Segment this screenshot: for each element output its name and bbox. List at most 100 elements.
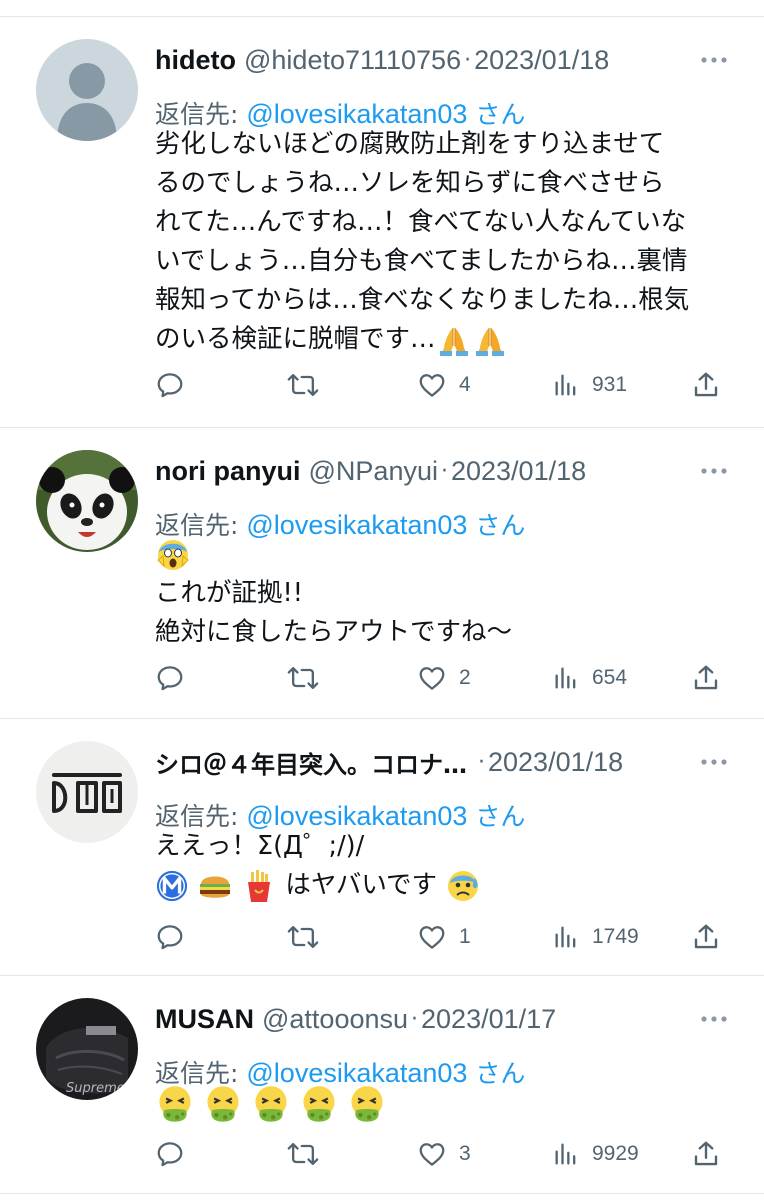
avatar[interactable] bbox=[36, 450, 138, 552]
more-options-icon[interactable] bbox=[694, 43, 734, 77]
like-button[interactable]: 4 bbox=[417, 365, 471, 405]
french-fries-emoji-icon bbox=[248, 870, 271, 902]
tweet-header: シロ＠４年目突入。コロナ… · 2023/01/18 bbox=[155, 745, 734, 779]
reply-icon bbox=[157, 666, 183, 691]
panda-avatar-icon bbox=[36, 450, 138, 552]
tweet-text-line: ええっ！Σ(Д゜;/)/ bbox=[155, 831, 365, 861]
tweet[interactable]: nori panyui @NPanyui · 2023/01/18 返信先: @… bbox=[0, 428, 764, 719]
more-options-icon[interactable] bbox=[694, 454, 734, 488]
share-icon bbox=[694, 924, 718, 949]
like-count: 4 bbox=[459, 373, 471, 396]
emoji-line bbox=[155, 534, 735, 574]
tweet-text-fragment: のいる検証に脱帽です… bbox=[155, 324, 436, 354]
tweet-text-line: 劣化しないほどの腐敗防止剤をすり込ませて bbox=[155, 129, 665, 159]
tweet-text: これが証拠!! 絶対に食したらアウトですね〜 bbox=[155, 534, 735, 652]
display-name[interactable]: hideto bbox=[155, 45, 236, 76]
display-name[interactable]: シロ＠４年目突入。コロナ… bbox=[155, 745, 467, 780]
views-button[interactable]: 931 bbox=[552, 365, 627, 405]
share-icon bbox=[694, 372, 718, 397]
reply-button[interactable] bbox=[155, 917, 185, 957]
share-button[interactable] bbox=[691, 658, 721, 698]
vomiting-face-emoji-icon bbox=[303, 1086, 335, 1122]
like-button[interactable]: 1 bbox=[417, 917, 471, 957]
vomiting-face-emoji-icon bbox=[351, 1086, 383, 1122]
tweet-actions: 4 931 bbox=[155, 365, 735, 405]
tweet-header: hideto @hideto71110756 · 2023/01/18 bbox=[155, 43, 734, 77]
separator-dot: · bbox=[478, 749, 485, 775]
circled-m-emoji-icon bbox=[156, 870, 188, 902]
retweet-button[interactable] bbox=[287, 365, 319, 405]
avatar-logo-text: Supreme bbox=[66, 1081, 125, 1096]
retweet-button[interactable] bbox=[287, 658, 319, 698]
more-options-icon[interactable] bbox=[694, 1002, 734, 1036]
tweet[interactable]: Supreme MUSAN @attooonsu · 2023/01/17 返信… bbox=[0, 976, 764, 1194]
reply-button[interactable] bbox=[155, 365, 185, 405]
like-button[interactable]: 2 bbox=[417, 658, 471, 698]
handwritten-logo-avatar-icon bbox=[36, 741, 138, 843]
like-count: 1 bbox=[459, 925, 471, 948]
more-options-icon[interactable] bbox=[694, 745, 734, 779]
heart-icon bbox=[419, 1143, 445, 1166]
tweet-text-line: これが証拠!! bbox=[155, 578, 303, 608]
tweet-text-line: はヤバいです bbox=[155, 866, 735, 906]
tweet-text-line: れてた…んですね…！食べてない人なんていな bbox=[155, 207, 687, 237]
avatar[interactable]: Supreme bbox=[36, 998, 138, 1100]
views-chart-icon bbox=[555, 667, 576, 689]
retweet-icon bbox=[287, 666, 319, 690]
separator-dot: · bbox=[440, 458, 448, 484]
heart-icon bbox=[419, 374, 445, 397]
reply-button[interactable] bbox=[155, 658, 185, 698]
vomiting-face-emoji-icon bbox=[207, 1086, 239, 1122]
screaming-face-emoji-icon bbox=[157, 540, 189, 570]
hamburger-emoji-icon bbox=[200, 876, 231, 898]
like-count: 2 bbox=[459, 666, 471, 689]
reply-icon bbox=[157, 1142, 183, 1167]
post-date[interactable]: 2023/01/17 bbox=[421, 1004, 556, 1035]
separator-dot: · bbox=[464, 47, 472, 73]
vomiting-face-emoji-icon bbox=[255, 1086, 287, 1122]
display-name[interactable]: nori panyui bbox=[155, 456, 301, 487]
share-button[interactable] bbox=[691, 365, 721, 405]
retweet-button[interactable] bbox=[287, 1134, 319, 1174]
retweet-icon bbox=[287, 373, 319, 397]
tweet-text-line: 絶対に食したらアウトですね〜 bbox=[155, 617, 513, 647]
anxious-face-with-sweat-emoji-icon bbox=[448, 871, 479, 901]
views-button[interactable]: 9929 bbox=[552, 1134, 639, 1174]
folded-hands-emoji-icon bbox=[475, 328, 504, 356]
user-handle[interactable]: @hideto71110756 bbox=[244, 45, 461, 76]
display-name[interactable]: MUSAN bbox=[155, 1004, 254, 1035]
reply-icon bbox=[157, 925, 183, 950]
reply-button[interactable] bbox=[155, 1134, 185, 1174]
post-date[interactable]: 2023/01/18 bbox=[488, 747, 623, 778]
user-handle[interactable]: @attooonsu bbox=[262, 1004, 408, 1035]
reply-icon bbox=[157, 373, 183, 398]
user-handle[interactable]: @NPanyui bbox=[309, 456, 438, 487]
views-button[interactable]: 1749 bbox=[552, 917, 639, 957]
tweet[interactable]: シロ＠４年目突入。コロナ… · 2023/01/18 返信先: @lovesik… bbox=[0, 719, 764, 976]
view-count: 9929 bbox=[592, 1142, 639, 1165]
tweet-text-line: 報知ってからは…食べなくなりましたね…根気 bbox=[155, 285, 690, 315]
folded-hands-emoji-icon bbox=[439, 328, 468, 356]
post-date[interactable]: 2023/01/18 bbox=[451, 456, 586, 487]
avatar[interactable] bbox=[36, 741, 138, 843]
share-button[interactable] bbox=[691, 917, 721, 957]
tweet-text-fragment: はヤバいです bbox=[285, 870, 438, 900]
like-count: 3 bbox=[459, 1142, 471, 1165]
tweet-text-line: るのでしょうね…ソレを知らずに食べさせら bbox=[155, 168, 665, 198]
tweet-actions: 1 1749 bbox=[155, 917, 735, 957]
avatar[interactable] bbox=[36, 39, 138, 141]
dark-photo-avatar-icon: Supreme bbox=[36, 998, 138, 1100]
post-date[interactable]: 2023/01/18 bbox=[474, 45, 609, 76]
tweet[interactable]: hideto @hideto71110756 · 2023/01/18 返信先:… bbox=[0, 17, 764, 428]
retweet-button[interactable] bbox=[287, 917, 319, 957]
tweet-text: ええっ！Σ(Д゜;/)/ はヤバいです bbox=[155, 827, 735, 906]
tweet-text-line: いでしょう…自分も食べてましたからね…裏情 bbox=[155, 246, 688, 276]
view-count: 931 bbox=[592, 373, 628, 396]
view-count: 654 bbox=[592, 666, 628, 689]
default-avatar-icon bbox=[36, 39, 138, 141]
share-button[interactable] bbox=[691, 1134, 721, 1174]
like-button[interactable]: 3 bbox=[417, 1134, 471, 1174]
views-button[interactable]: 654 bbox=[552, 658, 627, 698]
tweet-text bbox=[155, 1084, 735, 1124]
retweet-icon bbox=[287, 1142, 319, 1166]
